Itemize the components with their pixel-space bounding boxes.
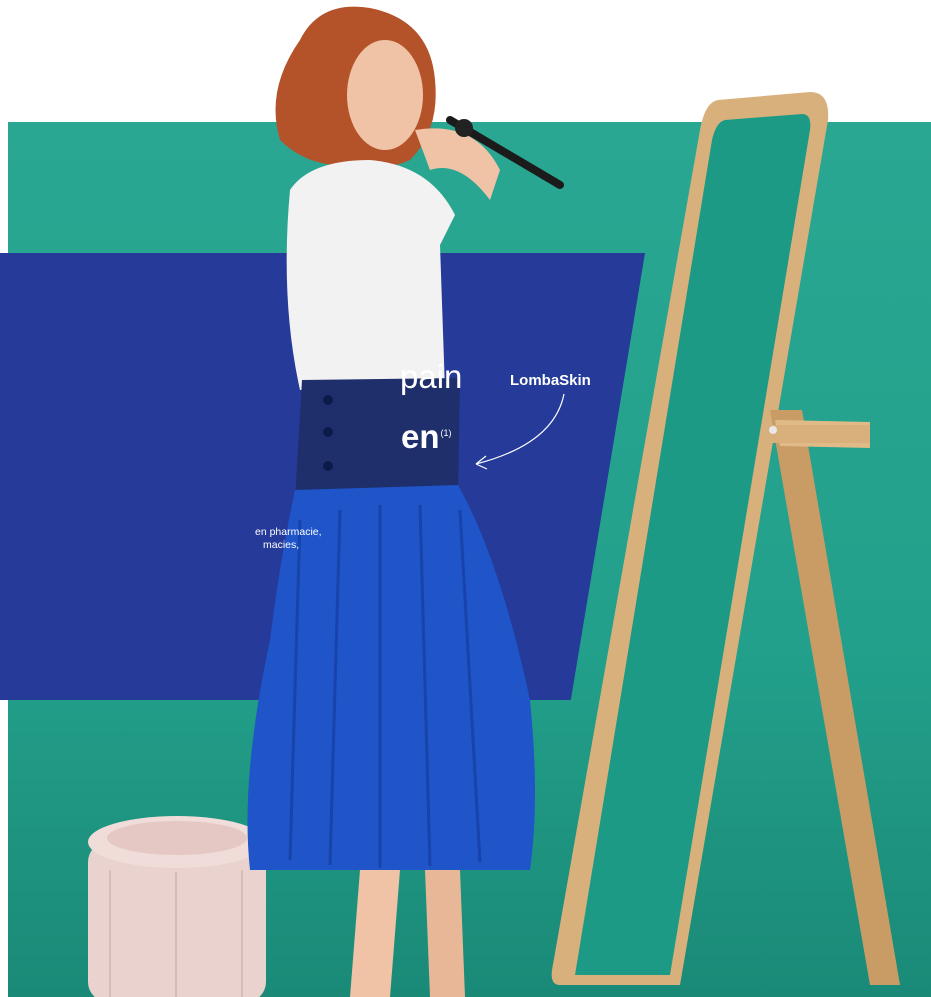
headline-line-2-text: en	[401, 418, 440, 455]
headline-line-1: pain	[400, 358, 463, 395]
body-text-line-2: macies,	[263, 539, 300, 551]
callout-arrow	[475, 393, 565, 470]
hero-visual: pain en(1) en pharmacie, macies, LombaSk…	[0, 0, 931, 997]
model-illustration	[247, 6, 564, 997]
body-text: en pharmacie, macies,	[255, 526, 485, 552]
footnote-marker: (1)	[440, 428, 452, 438]
body-text-line-1: en pharmacie,	[255, 526, 322, 538]
headline-line-2: en(1)	[401, 418, 452, 456]
product-label: LombaSkin	[510, 372, 591, 389]
